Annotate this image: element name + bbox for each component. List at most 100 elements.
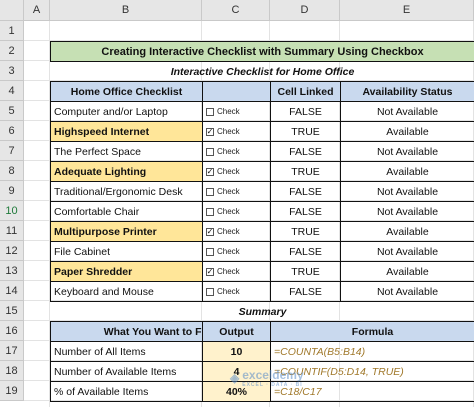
row-header-4[interactable]: 4 — [0, 81, 24, 101]
row-header-19[interactable]: 19 — [0, 381, 24, 401]
availability-status-value[interactable]: Not Available — [340, 241, 474, 262]
checklist-checkbox-cell[interactable]: ✓ Check — [202, 161, 271, 182]
summary-find-label[interactable]: % of Available Items — [50, 381, 203, 402]
checklist-item-name[interactable]: The Perfect Space — [50, 141, 203, 162]
row-header-5[interactable]: 5 — [0, 101, 24, 121]
header-availability-status[interactable]: Availability Status — [340, 81, 474, 102]
checkbox-control[interactable]: ✓ Check — [206, 267, 240, 276]
row-header-12[interactable]: 12 — [0, 241, 24, 261]
summary-find-label[interactable]: Number of All Items — [50, 341, 203, 362]
availability-status-value[interactable]: Available — [340, 221, 474, 242]
row-header-10[interactable]: 10 — [0, 201, 24, 221]
checklist-checkbox-cell[interactable]: Check — [202, 181, 271, 202]
column-header-e[interactable]: E — [340, 0, 474, 21]
row-header-8[interactable]: 8 — [0, 161, 24, 181]
row-header-1[interactable]: 1 — [0, 21, 24, 41]
sheet-title[interactable]: Creating Interactive Checklist with Summ… — [50, 41, 474, 62]
checklist-item-name[interactable]: Traditional/Ergonomic Desk — [50, 181, 203, 202]
checklist-checkbox-cell[interactable]: ✓ Check — [202, 221, 271, 242]
row-header-11[interactable]: 11 — [0, 221, 24, 241]
column-header-d[interactable]: D — [270, 0, 340, 21]
column-header-b[interactable]: B — [50, 0, 202, 21]
checkbox-unchecked-icon[interactable] — [206, 187, 214, 196]
checklist-item-name[interactable]: File Cabinet — [50, 241, 203, 262]
cell-linked-value[interactable]: FALSE — [270, 201, 341, 222]
row-header-2[interactable]: 2 — [0, 41, 24, 61]
availability-status-value[interactable]: Available — [340, 121, 474, 142]
checklist-checkbox-cell[interactable]: Check — [202, 201, 271, 222]
cell-linked-value[interactable]: TRUE — [270, 161, 341, 182]
cell-linked-value[interactable]: FALSE — [270, 181, 341, 202]
row-header-6[interactable]: 6 — [0, 121, 24, 141]
availability-status-value[interactable]: Not Available — [340, 281, 474, 302]
checkbox-checked-icon[interactable]: ✓ — [206, 267, 214, 276]
checkbox-checked-icon[interactable]: ✓ — [206, 227, 214, 236]
checkbox-checked-icon[interactable]: ✓ — [206, 127, 214, 136]
availability-status-value[interactable]: Not Available — [340, 201, 474, 222]
row-header-16[interactable]: 16 — [0, 321, 24, 341]
cell-linked-value[interactable]: TRUE — [270, 221, 341, 242]
row-header-14[interactable]: 14 — [0, 281, 24, 301]
cell-linked-value[interactable]: FALSE — [270, 241, 341, 262]
summary-find-label[interactable]: Number of Available Items — [50, 361, 203, 382]
checkbox-unchecked-icon[interactable] — [206, 247, 214, 256]
checklist-item-name[interactable]: Highspeed Internet — [50, 121, 203, 142]
column-header-c[interactable]: C — [202, 0, 270, 21]
row-header-7[interactable]: 7 — [0, 141, 24, 161]
availability-status-value[interactable]: Not Available — [340, 141, 474, 162]
checklist-item-name[interactable]: Multipurpose Printer — [50, 221, 203, 242]
header-formula[interactable]: Formula — [270, 321, 474, 342]
checkbox-control[interactable]: Check — [206, 107, 240, 116]
checklist-item-name[interactable]: Paper Shredder — [50, 261, 203, 282]
checklist-checkbox-cell[interactable]: Check — [202, 281, 271, 302]
summary-output-value[interactable]: 10 — [202, 341, 271, 362]
checkbox-label: Check — [217, 287, 240, 296]
cell-linked-value[interactable]: FALSE — [270, 281, 341, 302]
row-header-17[interactable]: 17 — [0, 341, 24, 361]
cell-linked-value[interactable]: FALSE — [270, 101, 341, 122]
cell-linked-value[interactable]: FALSE — [270, 141, 341, 162]
checkbox-unchecked-icon[interactable] — [206, 107, 214, 116]
header-checkbox[interactable] — [202, 81, 271, 102]
column-header-a[interactable]: A — [24, 0, 50, 21]
row-header-9[interactable]: 9 — [0, 181, 24, 201]
row-header-15[interactable]: 15 — [0, 301, 24, 321]
select-all-corner[interactable] — [0, 0, 24, 21]
checklist-caption[interactable]: Interactive Checklist for Home Office — [50, 61, 474, 82]
checklist-checkbox-cell[interactable]: ✓ Check — [202, 261, 271, 282]
checkbox-control[interactable]: Check — [206, 187, 240, 196]
row-header-3[interactable]: 3 — [0, 61, 24, 81]
checklist-checkbox-cell[interactable]: Check — [202, 141, 271, 162]
checkbox-checked-icon[interactable]: ✓ — [206, 167, 214, 176]
checklist-item-name[interactable]: Adequate Lighting — [50, 161, 203, 182]
header-home-office-checklist[interactable]: Home Office Checklist — [50, 81, 203, 102]
checkbox-control[interactable]: ✓ Check — [206, 127, 240, 136]
checklist-checkbox-cell[interactable]: Check — [202, 101, 271, 122]
checkbox-unchecked-icon[interactable] — [206, 287, 214, 296]
checkbox-control[interactable]: Check — [206, 287, 240, 296]
availability-status-value[interactable]: Not Available — [340, 181, 474, 202]
checkbox-control[interactable]: Check — [206, 147, 240, 156]
header-cell-linked[interactable]: Cell Linked — [270, 81, 341, 102]
checklist-item-name[interactable]: Computer and/or Laptop — [50, 101, 203, 122]
checkbox-control[interactable]: Check — [206, 247, 240, 256]
checklist-checkbox-cell[interactable]: ✓ Check — [202, 121, 271, 142]
availability-status-value[interactable]: Available — [340, 161, 474, 182]
checklist-checkbox-cell[interactable]: Check — [202, 241, 271, 262]
summary-formula-text[interactable]: =COUNTA(B5:B14) — [270, 341, 474, 362]
availability-status-value[interactable]: Available — [340, 261, 474, 282]
cell-linked-value[interactable]: TRUE — [270, 121, 341, 142]
cell-linked-value[interactable]: TRUE — [270, 261, 341, 282]
summary-caption[interactable]: Summary — [50, 301, 474, 322]
row-header-18[interactable]: 18 — [0, 361, 24, 381]
checkbox-control[interactable]: ✓ Check — [206, 227, 240, 236]
checklist-item-name[interactable]: Comfortable Chair — [50, 201, 203, 222]
checkbox-unchecked-icon[interactable] — [206, 147, 214, 156]
checkbox-unchecked-icon[interactable] — [206, 207, 214, 216]
checkbox-control[interactable]: ✓ Check — [206, 167, 240, 176]
header-output[interactable]: Output — [202, 321, 271, 342]
availability-status-value[interactable]: Not Available — [340, 101, 474, 122]
checklist-item-name[interactable]: Keyboard and Mouse — [50, 281, 203, 302]
checkbox-control[interactable]: Check — [206, 207, 240, 216]
row-header-13[interactable]: 13 — [0, 261, 24, 281]
